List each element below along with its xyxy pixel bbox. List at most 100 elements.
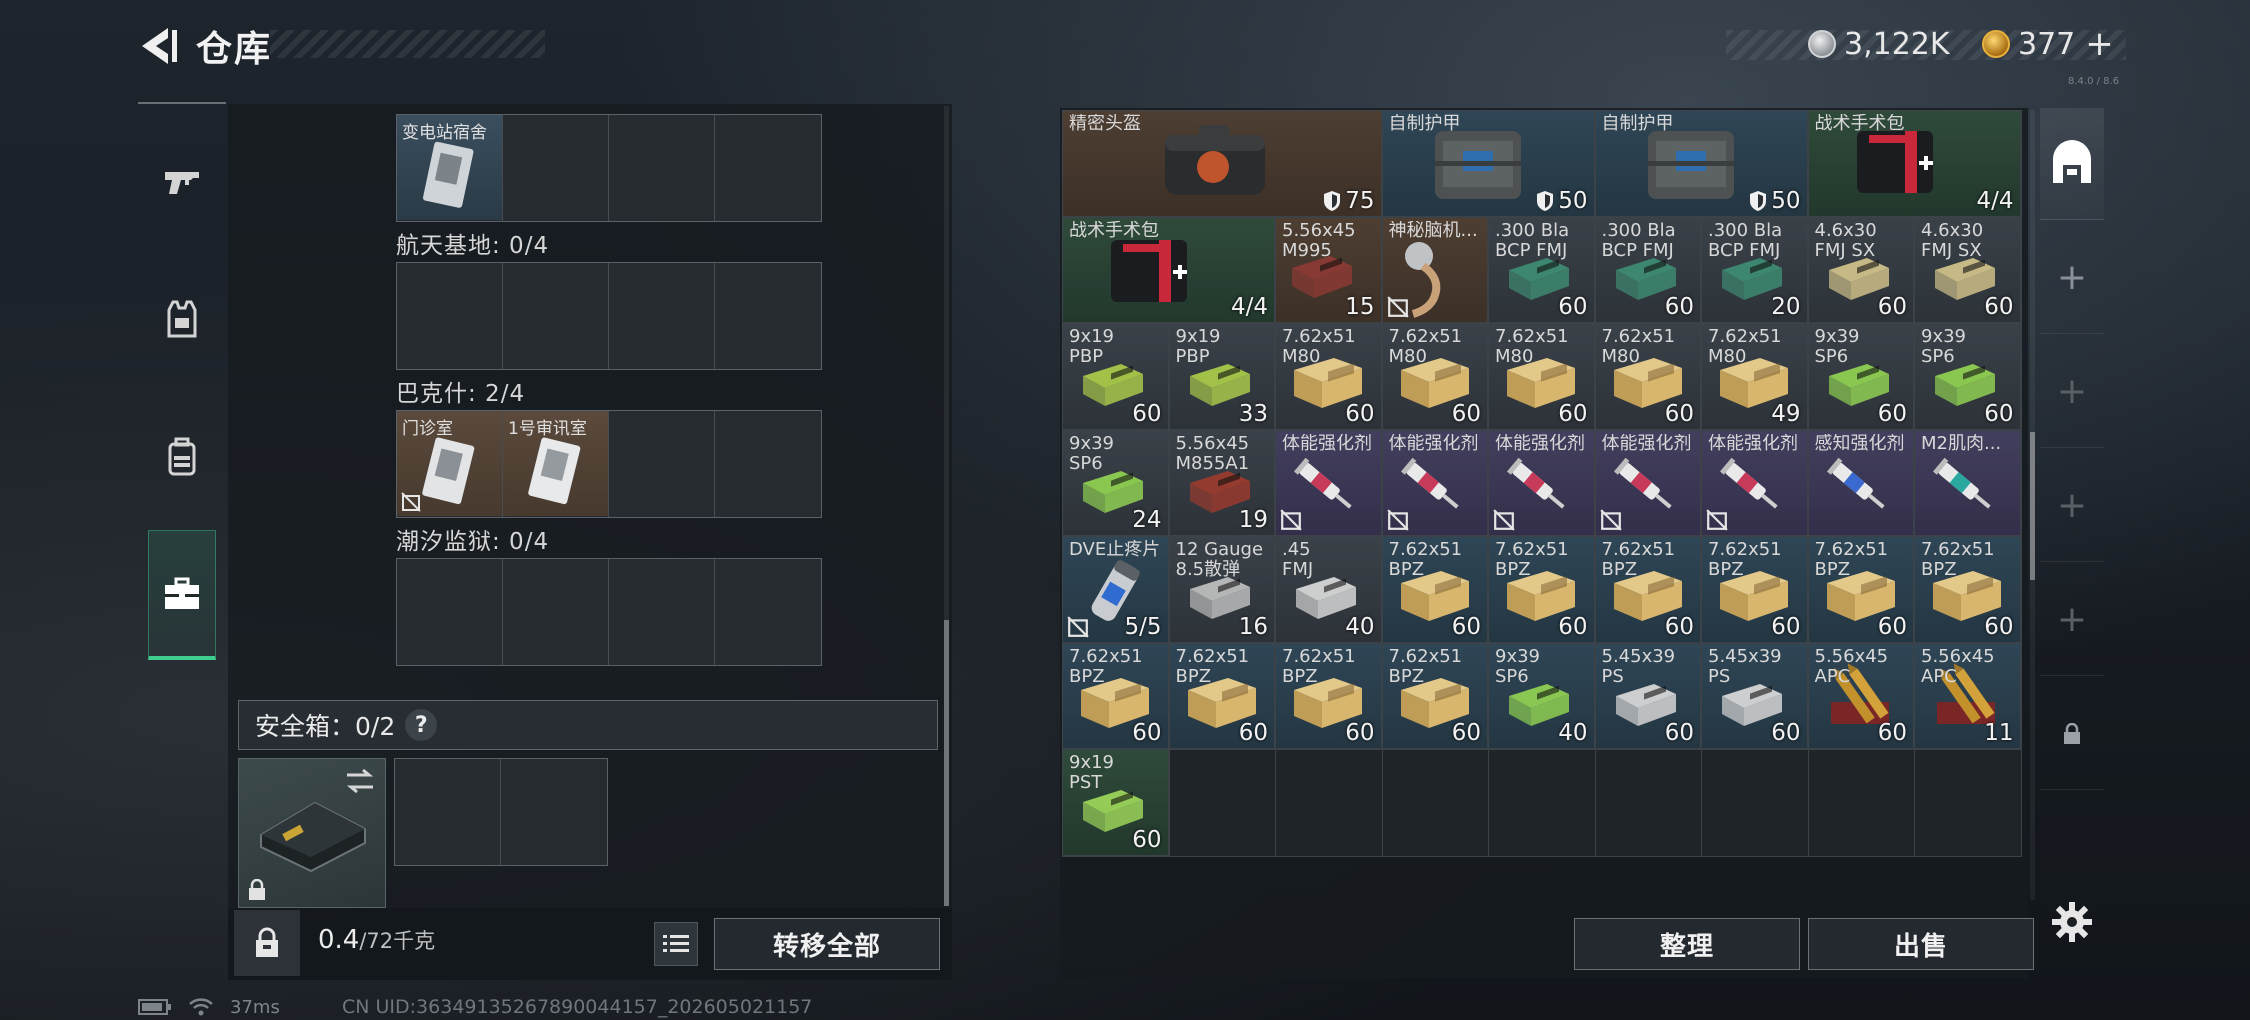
inventory-slot[interactable] [1808, 750, 1915, 857]
nav-backpack-tab[interactable] [138, 392, 226, 522]
storage-tab-add-1[interactable]: + [2040, 222, 2104, 334]
container-slot[interactable] [503, 115, 609, 221]
stim-item[interactable]: 感知强化剂 [1808, 430, 1914, 536]
stim-item[interactable]: 体能强化剂 [1702, 430, 1808, 536]
inventory-slot[interactable] [1489, 750, 1596, 857]
ammo-crate-item[interactable]: 7.62x51 M80 49 [1702, 324, 1808, 430]
sell-button[interactable]: 出售 [1808, 918, 2034, 970]
ammo-item[interactable]: 9x39 SP6 40 [1489, 643, 1595, 749]
transfer-all-button[interactable]: 转移全部 [714, 918, 940, 970]
safe-slot[interactable] [501, 759, 607, 865]
inventory-slot[interactable] [1169, 750, 1276, 857]
container-slot[interactable] [715, 411, 821, 517]
ammo-crate-item[interactable]: 7.62x51 BPZ 60 [1808, 537, 1914, 643]
safe-slot[interactable] [395, 759, 501, 865]
armor-item[interactable]: 自制护甲 50 [1382, 111, 1595, 217]
list-view-button[interactable] [654, 922, 698, 966]
ammo-item[interactable]: 5.56x45 M995 15 [1276, 217, 1382, 323]
nav-storage-tab[interactable] [148, 530, 216, 660]
container-slot[interactable]: 1号审讯室 [503, 411, 609, 517]
organize-button[interactable]: 整理 [1574, 918, 1800, 970]
container-slot[interactable] [609, 263, 715, 369]
ammo-item[interactable]: 9x19 PST 60 [1063, 750, 1169, 856]
ammo-crate-item[interactable]: 7.62x51 BPZ 60 [1382, 537, 1488, 643]
stim-item[interactable]: 体能强化剂 [1382, 430, 1488, 536]
ammo-crate-item[interactable]: 7.62x51 BPZ 60 [1169, 643, 1275, 749]
stim-item[interactable]: 体能强化剂 [1489, 430, 1595, 536]
lock-button[interactable] [234, 910, 300, 976]
ammo-crate-item[interactable]: 7.62x51 M80 60 [1595, 324, 1701, 430]
stim-item[interactable]: 体能强化剂 [1595, 430, 1701, 536]
container-slot[interactable] [397, 559, 503, 665]
ammo-crate-item[interactable]: 7.62x51 M80 60 [1276, 324, 1382, 430]
ammo-item[interactable]: 5.45x39 PS 60 [1702, 643, 1808, 749]
inventory-slot[interactable] [1382, 750, 1489, 857]
inventory-slot[interactable] [1702, 750, 1809, 857]
container-slot[interactable] [715, 115, 821, 221]
inventory-slot[interactable] [1915, 750, 2022, 857]
ammo-item[interactable]: .300 Bla BCP FMJ 60 [1595, 217, 1701, 323]
container-slot[interactable] [609, 115, 715, 221]
container-slot[interactable] [715, 559, 821, 665]
add-gold-button[interactable]: + [2085, 24, 2114, 64]
inventory-scroll-thumb[interactable] [2030, 432, 2035, 580]
medkit-item[interactable]: 战术手术包 4/4 [1808, 111, 2021, 217]
ammo-item[interactable]: 9x39 SP6 24 [1063, 430, 1169, 536]
storage-tab-main[interactable] [2040, 108, 2104, 220]
ammo-item[interactable]: 9x19 PBP 60 [1063, 324, 1169, 430]
stim-item[interactable]: 体能强化剂 [1276, 430, 1382, 536]
storage-tab-add-2[interactable]: + [2040, 336, 2104, 448]
help-button[interactable]: ? [405, 709, 438, 741]
storage-tab-locked[interactable] [2040, 678, 2104, 790]
ammo-crate-item[interactable]: 7.62x51 BPZ 60 [1595, 537, 1701, 643]
container-slot[interactable] [715, 263, 821, 369]
container-slot[interactable] [503, 263, 609, 369]
ammo-item[interactable]: 12 Gauge 8.5散弹 16 [1169, 537, 1275, 643]
container-slot[interactable] [503, 559, 609, 665]
ammo-crate-item[interactable]: 7.62x51 BPZ 60 [1489, 537, 1595, 643]
ammo-item[interactable]: 5.56x45 M855A1 19 [1169, 430, 1275, 536]
nav-gear-tab[interactable] [138, 254, 226, 384]
safe-box-item[interactable] [238, 758, 386, 908]
ammo-item[interactable]: 5.56x45 APC 60 [1808, 643, 1914, 749]
ammo-item[interactable]: 4.6x30 FMJ SX 60 [1808, 217, 1914, 323]
brain-chip-item[interactable]: 神秘脑机... [1382, 217, 1488, 323]
ammo-item[interactable]: 5.56x45 APC 11 [1915, 643, 2021, 749]
ammo-item[interactable]: 9x19 PBP 33 [1169, 324, 1275, 430]
ammo-crate-item[interactable]: 7.62x51 BPZ 60 [1382, 643, 1488, 749]
container-slot[interactable]: 门诊室 [397, 411, 503, 517]
ammo-item[interactable]: 9x39 SP6 60 [1808, 324, 1914, 430]
ammo-item[interactable]: .45 FMJ 40 [1276, 537, 1382, 643]
container-scroll-thumb[interactable] [944, 620, 949, 906]
ammo-crate-item[interactable]: 7.62x51 BPZ 60 [1063, 643, 1169, 749]
ammo-item[interactable]: .300 Bla BCP FMJ 20 [1702, 217, 1808, 323]
armor-item[interactable]: 自制护甲 50 [1595, 111, 1808, 217]
medkit-item[interactable]: 战术手术包 4/4 [1063, 217, 1275, 323]
back-button[interactable] [136, 22, 184, 70]
settings-gear-icon[interactable] [2050, 900, 2094, 944]
inventory-slot[interactable] [1276, 750, 1383, 857]
keycard-item[interactable]: 1号审讯室 [503, 411, 608, 516]
ammo-item[interactable]: 9x39 SP6 60 [1915, 324, 2021, 430]
ammo-item[interactable]: 4.6x30 FMJ SX 60 [1915, 217, 2021, 323]
ammo-item[interactable]: 5.45x39 PS 60 [1595, 643, 1701, 749]
inventory-slot[interactable] [1595, 750, 1702, 857]
painkiller-item[interactable]: DVE止疼片 5/5 [1063, 537, 1169, 643]
storage-tab-add-4[interactable]: + [2040, 564, 2104, 676]
storage-tab-add-3[interactable]: + [2040, 450, 2104, 562]
ammo-crate-item[interactable]: 7.62x51 BPZ 60 [1276, 643, 1382, 749]
helmet-item[interactable]: 精密头盔 75 [1063, 111, 1382, 217]
gold-currency[interactable]: 377 + [1982, 24, 2114, 64]
ammo-item[interactable]: .300 Bla BCP FMJ 60 [1489, 217, 1595, 323]
ammo-crate-item[interactable]: 7.62x51 M80 60 [1489, 324, 1595, 430]
keycard-item[interactable]: 门诊室 [397, 411, 502, 516]
nav-weapons-tab[interactable] [138, 116, 226, 246]
ammo-crate-item[interactable]: 7.62x51 BPZ 60 [1915, 537, 2021, 643]
swap-icon[interactable] [345, 767, 375, 795]
container-slot[interactable] [609, 411, 715, 517]
container-slot[interactable] [609, 559, 715, 665]
ammo-crate-item[interactable]: 7.62x51 BPZ 60 [1702, 537, 1808, 643]
container-slot[interactable]: 变电站宿舍 [397, 115, 503, 221]
keycard-item[interactable]: 变电站宿舍 [397, 115, 502, 220]
stim-item[interactable]: M2肌肉... [1915, 430, 2021, 536]
